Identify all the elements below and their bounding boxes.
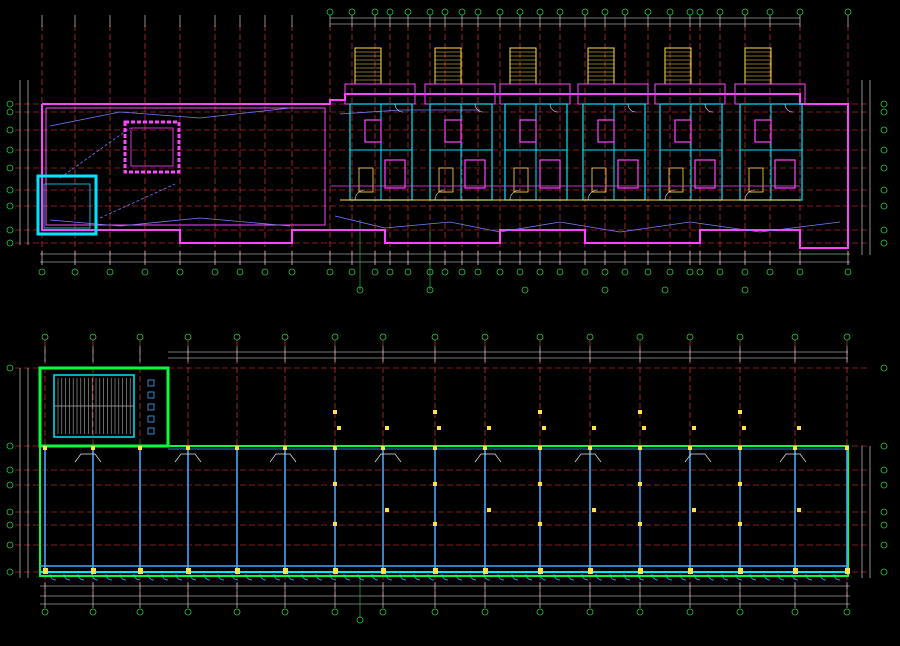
- column: [542, 426, 546, 430]
- column: [738, 568, 743, 574]
- column: [433, 568, 438, 574]
- column: [688, 568, 693, 574]
- column: [283, 568, 288, 574]
- column: [283, 446, 287, 450]
- column: [433, 522, 437, 526]
- column: [638, 446, 642, 450]
- column: [433, 446, 437, 450]
- column: [538, 482, 542, 486]
- column: [381, 446, 385, 450]
- column: [638, 522, 642, 526]
- column: [538, 446, 542, 450]
- cad-drawing-canvas[interactable]: [0, 0, 900, 646]
- column: [692, 508, 696, 512]
- column: [91, 568, 96, 574]
- column: [333, 568, 338, 574]
- column: [638, 482, 642, 486]
- column: [138, 446, 142, 450]
- column: [738, 446, 742, 450]
- column: [538, 410, 542, 414]
- column: [845, 446, 849, 450]
- column: [793, 568, 798, 574]
- column: [483, 568, 488, 574]
- column: [186, 446, 190, 450]
- column: [738, 410, 742, 414]
- column: [797, 426, 801, 430]
- column: [483, 446, 487, 450]
- column: [638, 410, 642, 414]
- column: [738, 482, 742, 486]
- column: [692, 426, 696, 430]
- column: [186, 568, 191, 574]
- column: [333, 410, 337, 414]
- column: [91, 446, 95, 450]
- column: [738, 522, 742, 526]
- column: [337, 426, 341, 430]
- column: [638, 568, 643, 574]
- column: [592, 508, 596, 512]
- column: [797, 508, 801, 512]
- column: [588, 568, 593, 574]
- column: [487, 508, 491, 512]
- column: [235, 568, 240, 574]
- column: [333, 522, 337, 526]
- column: [385, 426, 389, 430]
- column: [538, 568, 543, 574]
- column: [588, 446, 592, 450]
- column: [793, 446, 797, 450]
- column: [433, 410, 437, 414]
- column: [845, 568, 850, 574]
- column: [333, 482, 337, 486]
- column: [437, 426, 441, 430]
- column: [138, 568, 143, 574]
- column: [433, 482, 437, 486]
- column: [642, 426, 646, 430]
- column: [742, 426, 746, 430]
- column: [333, 446, 337, 450]
- drawing-background: [0, 0, 900, 646]
- column: [688, 446, 692, 450]
- column: [381, 568, 386, 574]
- column: [235, 446, 239, 450]
- column: [487, 426, 491, 430]
- column: [592, 426, 596, 430]
- column: [385, 508, 389, 512]
- column: [538, 522, 542, 526]
- column: [43, 446, 47, 450]
- column: [43, 568, 48, 574]
